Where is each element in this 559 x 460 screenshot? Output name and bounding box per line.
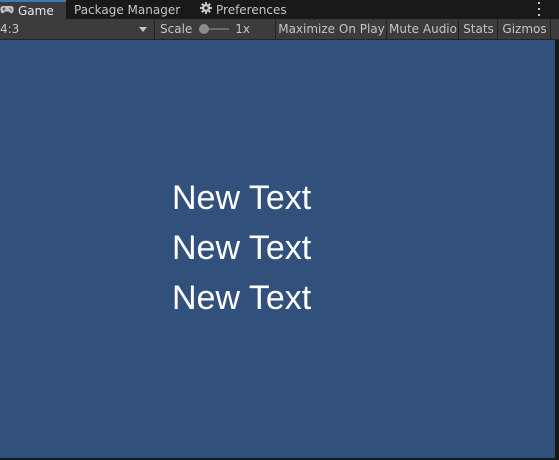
more-options-icon[interactable] <box>535 2 543 16</box>
scale-slider-knob[interactable] <box>199 24 210 34</box>
game-text: New Text <box>172 279 312 317</box>
dropdown-arrow-icon <box>139 27 147 32</box>
scale-value: 1x <box>235 22 251 36</box>
scale-label: Scale <box>160 22 193 36</box>
aspect-ratio-dropdown[interactable]: 4:3 <box>0 19 155 39</box>
tab-game[interactable]: Game <box>0 0 66 19</box>
scale-slider[interactable] <box>199 24 230 34</box>
tab-game-label: Game <box>18 3 54 18</box>
aspect-ratio-value: 4:3 <box>0 22 20 36</box>
scale-control: Scale 1x <box>160 19 276 39</box>
mute-audio-toggle[interactable]: Mute Audio <box>388 19 459 39</box>
stats-toggle[interactable]: Stats <box>460 19 498 39</box>
game-view-toolbar: 4:3 Scale 1x Maximize On Play Mute Audio… <box>0 19 559 40</box>
maximize-on-play-toggle[interactable]: Maximize On Play <box>277 19 387 39</box>
viewport-right-edge <box>555 40 559 460</box>
game-text-group: New Text New Text New Text <box>172 173 372 323</box>
gizmos-toggle[interactable]: Gizmos <box>499 19 551 39</box>
gamepad-icon <box>0 4 14 18</box>
tab-preferences-label: Preferences <box>216 2 287 17</box>
gizmos-label: Gizmos <box>502 22 547 36</box>
stats-label: Stats <box>463 22 494 36</box>
window-tab-bar: Game Package Manager Preferences <box>0 0 559 19</box>
mute-audio-label: Mute Audio <box>389 22 457 36</box>
tab-preferences[interactable]: Preferences <box>200 0 287 19</box>
gear-icon <box>200 2 212 17</box>
tab-package-manager-label: Package Manager <box>74 2 181 17</box>
game-text: New Text <box>172 229 312 267</box>
maximize-on-play-label: Maximize On Play <box>278 22 385 36</box>
tab-package-manager[interactable]: Package Manager <box>74 0 180 19</box>
game-text: New Text <box>172 179 312 217</box>
